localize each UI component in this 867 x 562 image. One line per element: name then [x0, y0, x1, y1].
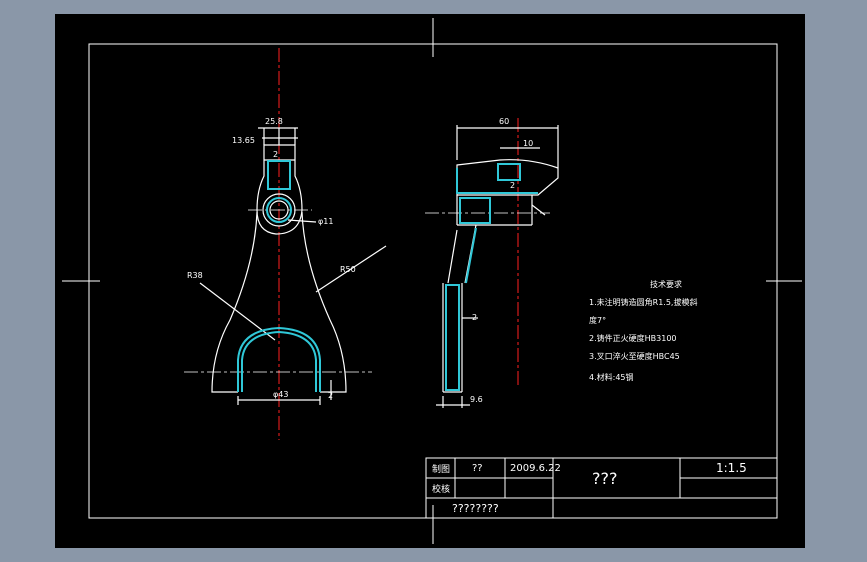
- dim-side-10: 10: [523, 139, 533, 148]
- dim-side-bottom: 9.6: [470, 395, 483, 404]
- dim-radius-arm: R50: [340, 265, 356, 274]
- dim-side-2a: 2: [510, 181, 515, 190]
- part-name: ???: [592, 469, 617, 488]
- front-view: [199, 127, 387, 405]
- engineering-drawing: 25.8 13.65 2 φ11 R38 R50 φ43 2 60 10 2 2…: [62, 18, 802, 544]
- centerlines: [278, 48, 519, 440]
- school-name: ????????: [452, 502, 499, 515]
- side-section: [445, 163, 538, 391]
- drawn-by: ??: [472, 463, 483, 474]
- dim-slot: 2: [273, 150, 278, 159]
- dim-top-offset: 13.65: [232, 136, 255, 145]
- tech-line-3: 3.叉口淬火至硬度HBC45: [589, 351, 680, 361]
- tech-line-2: 2.铸件正火硬度HB3100: [589, 333, 677, 343]
- tech-line-4: 4.材料:45钢: [589, 372, 634, 382]
- tech-title: 技术要求: [650, 279, 682, 289]
- dim-bottom-2: 2: [328, 391, 333, 400]
- dim-radius-big: R38: [187, 271, 203, 280]
- dim-bore: φ11: [318, 217, 333, 226]
- dim-side-width: 60: [499, 117, 509, 126]
- tech-line-1: 1.未注明铸造圆角R1.5,拔模斜: [589, 297, 697, 307]
- label-checked: 校核: [432, 483, 450, 495]
- dim-side-2b: 2: [472, 313, 477, 322]
- tech-line-1b: 度7°: [589, 315, 606, 325]
- dim-bottom-width: φ43: [273, 390, 288, 399]
- scale: 1:1.5: [716, 461, 747, 475]
- dim-top-width: 25.8: [265, 117, 283, 126]
- label-drawn: 制图: [432, 463, 450, 475]
- drawing-date: 2009.6.22: [510, 463, 561, 474]
